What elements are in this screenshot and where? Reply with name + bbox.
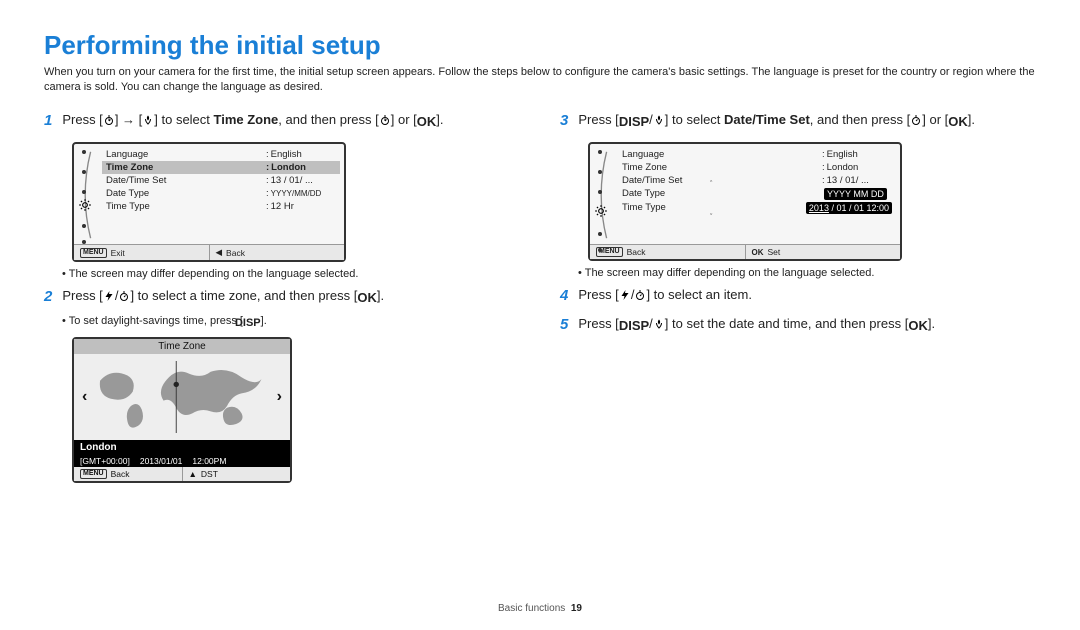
- menu-row: Language:English: [102, 148, 340, 161]
- gear-icon: [594, 204, 608, 221]
- disp-icon: DISP: [619, 316, 649, 336]
- menu-row-selected: Time Zone:London: [102, 161, 340, 174]
- tz-city: London: [74, 440, 290, 455]
- flash-icon: [619, 289, 631, 301]
- step-2: 2 Press [/] to select a time zone, and t…: [44, 286, 520, 309]
- date-header-popup: YYYY MM DD: [824, 188, 887, 200]
- step-number: 1: [44, 110, 52, 133]
- page-footer: Basic functions 19: [0, 603, 1080, 614]
- menu-row: Date/Time Set:13 / 01/ ...: [102, 174, 340, 187]
- timer-icon: [118, 290, 130, 302]
- step-3: 3 Press [DISP/] to select Date/Time Set,…: [560, 110, 1036, 133]
- disp-icon: DISP: [619, 112, 649, 132]
- ok-icon: OK: [417, 112, 437, 132]
- timer-icon: [634, 289, 646, 301]
- page-title: Performing the initial setup: [44, 30, 1036, 61]
- tz-next-icon: ›: [273, 388, 286, 406]
- ok-icon: OK: [948, 112, 968, 132]
- menu-row: Date Type:YYYY/MM/DD: [102, 187, 340, 200]
- camera-screen-timezone-menu: Language:English Time Zone:London Date/T…: [72, 142, 346, 262]
- step-4: 4 Press [/] to select an item.: [560, 285, 1036, 308]
- ok-icon: OK: [752, 248, 764, 257]
- world-map-graphic: [91, 361, 272, 433]
- macro-icon: [653, 318, 665, 330]
- macro-icon: [142, 114, 154, 126]
- intro-text: When you turn on your camera for the fir…: [44, 65, 1036, 96]
- menu-row: Time Type 2013 / 01 / 01 12:00ˇ: [618, 201, 896, 215]
- menu-row: Time Type:12 Hr: [102, 200, 340, 213]
- camera-screen-timezone-map: Time Zone ‹ › London [GMT+00:00]2: [72, 337, 292, 483]
- camera-screen-datetime: Language:English Time Zone:London Date/T…: [588, 142, 902, 261]
- left-triangle-icon: ◀: [216, 247, 223, 258]
- ok-icon: OK: [357, 288, 377, 308]
- flash-icon: [103, 290, 115, 302]
- menu-row: Language:English: [618, 148, 896, 161]
- up-triangle-icon: ▲: [189, 469, 197, 479]
- step-2-note: • To set daylight-savings time, press [D…: [62, 315, 520, 329]
- menu-chip: MENU: [80, 469, 107, 479]
- timer-icon: [910, 114, 922, 126]
- menu-row-selected: Date/Time Set:13 / 01/ ...: [618, 174, 896, 187]
- step-5: 5 Press [DISP/] to set the date and time…: [560, 314, 1036, 337]
- gear-icon: [78, 198, 92, 215]
- macro-icon: [653, 114, 665, 126]
- menu-row: Date Type ˆYYYY MM DD: [618, 187, 896, 201]
- disp-icon: DISP: [243, 317, 261, 329]
- timer-icon: [379, 114, 391, 126]
- tz-prev-icon: ‹: [78, 388, 91, 406]
- step-3-note: • The screen may differ depending on the…: [578, 267, 1036, 279]
- ok-icon: OK: [908, 316, 928, 336]
- step-1: 1 Press [] → [] to select Time Zone, and…: [44, 110, 520, 133]
- menu-row: Time Zone:London: [618, 161, 896, 174]
- date-value-popup: 2013 / 01 / 01 12:00: [806, 202, 892, 214]
- step-1-note: • The screen may differ depending on the…: [62, 268, 520, 280]
- menu-chip: MENU: [80, 248, 107, 258]
- timer-icon: [103, 114, 115, 126]
